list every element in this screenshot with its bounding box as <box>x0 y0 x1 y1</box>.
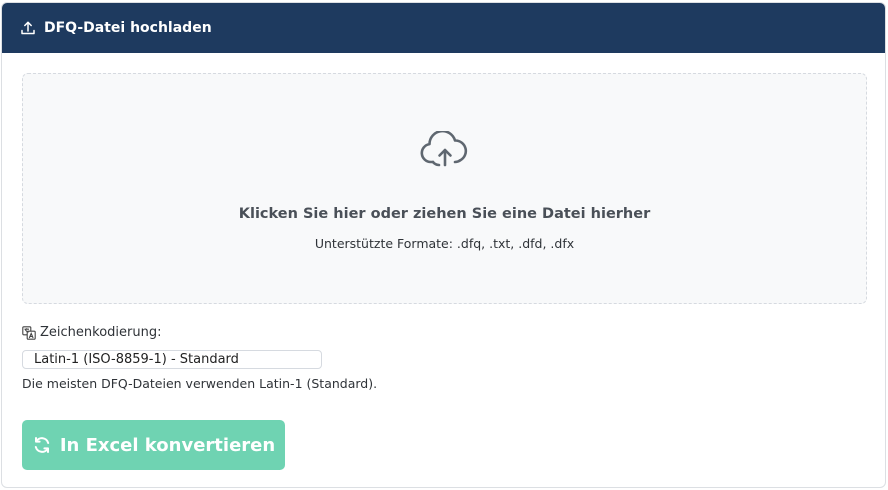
file-dropzone[interactable]: Klicken Sie hier oder ziehen Sie eine Da… <box>22 73 867 304</box>
encoding-label-text: Zeichenkodierung: <box>40 325 162 340</box>
upload-icon <box>20 20 36 36</box>
dropzone-main-text: Klicken Sie hier oder ziehen Sie eine Da… <box>238 206 651 222</box>
encoding-hint: Die meisten DFQ-Dateien verwenden Latin-… <box>22 376 378 391</box>
refresh-icon <box>32 435 52 455</box>
card-header: DFQ-Datei hochladen <box>2 3 885 53</box>
convert-to-excel-button[interactable]: In Excel konvertieren <box>22 420 285 470</box>
encoding-label: Zeichenkodierung: <box>22 325 161 340</box>
upload-card: DFQ-Datei hochladen Klicken Sie hier ode… <box>1 2 886 488</box>
convert-button-label: In Excel konvertieren <box>59 434 276 456</box>
translate-icon <box>22 325 36 340</box>
cloud-upload-icon <box>419 129 471 171</box>
encoding-select[interactable]: Latin-1 (ISO-8859-1) - Standard <box>22 350 322 369</box>
dropzone-supported-formats: Unterstützte Formate: .dfq, .txt, .dfd, … <box>314 236 575 251</box>
card-title: DFQ-Datei hochladen <box>44 20 212 36</box>
